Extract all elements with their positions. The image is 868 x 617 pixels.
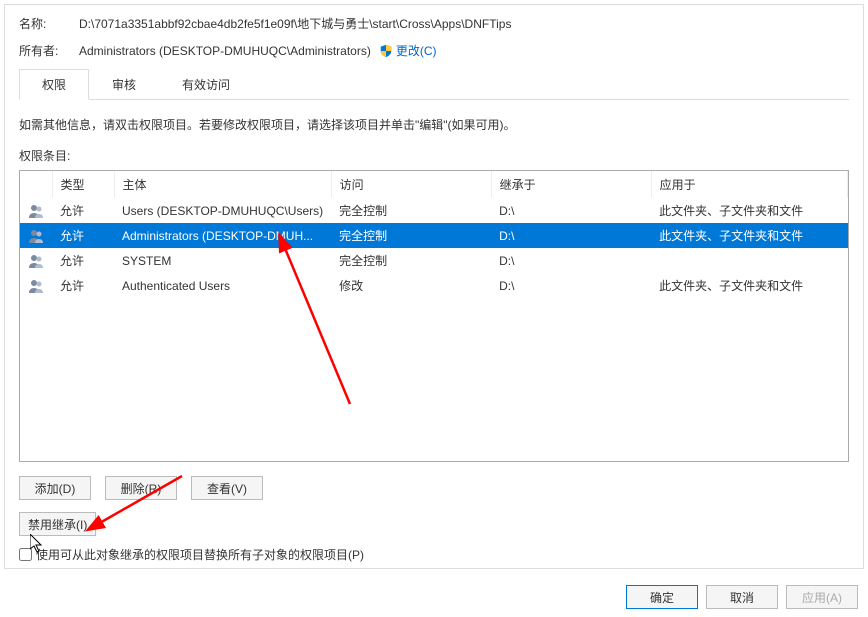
- permission-table: 类型 主体 访问 继承于 应用于 允许 Users (DESKTOP-DMUHU…: [19, 170, 849, 462]
- row-access: 完全控制: [331, 198, 491, 223]
- column-icon[interactable]: [20, 171, 52, 198]
- advanced-security-dialog: 名称: D:\7071a3351abbf92cbae4db2fe5f1e09f\…: [4, 4, 864, 569]
- row-inherited: D:\: [491, 198, 651, 223]
- tabs: 权限 审核 有效访问: [19, 69, 849, 100]
- row-inherited: D:\: [491, 248, 651, 273]
- owner-label: 所有者:: [19, 42, 79, 59]
- name-label: 名称:: [19, 15, 79, 32]
- name-value: D:\7071a3351abbf92cbae4db2fe5f1e09f\地下城与…: [79, 15, 511, 32]
- tab-permissions[interactable]: 权限: [19, 69, 89, 100]
- table-row[interactable]: 允许 SYSTEM 完全控制 D:\: [20, 248, 848, 273]
- remove-button[interactable]: 删除(R): [105, 476, 177, 500]
- owner-value: Administrators (DESKTOP-DMUHUQC\Administ…: [79, 44, 371, 58]
- disable-inheritance-button[interactable]: 禁用继承(I): [19, 512, 96, 536]
- row-access: 完全控制: [331, 223, 491, 248]
- row-type: 允许: [52, 248, 114, 273]
- permission-entries-label: 权限条目:: [19, 147, 849, 164]
- change-owner-text: 更改(C): [396, 42, 437, 59]
- table-header-row: 类型 主体 访问 继承于 应用于: [20, 171, 848, 198]
- description-text: 如需其他信息，请双击权限项目。若要修改权限项目，请选择该项目并单击"编辑"(如果…: [19, 116, 849, 133]
- replace-children-checkbox[interactable]: [19, 548, 32, 561]
- dialog-buttons: 确定 取消 应用(A): [626, 585, 858, 609]
- row-type: 允许: [52, 273, 114, 298]
- row-access: 修改: [331, 273, 491, 298]
- replace-children-checkbox-row[interactable]: 使用可从此对象继承的权限项目替换所有子对象的权限项目(P): [19, 546, 849, 563]
- row-applies: 此文件夹、子文件夹和文件: [651, 198, 847, 223]
- row-applies: 此文件夹、子文件夹和文件: [651, 223, 847, 248]
- table-row[interactable]: 允许 Authenticated Users 修改 D:\ 此文件夹、子文件夹和…: [20, 273, 848, 298]
- add-button[interactable]: 添加(D): [19, 476, 91, 500]
- row-applies: [651, 248, 847, 273]
- row-inherited: D:\: [491, 273, 651, 298]
- row-type: 允许: [52, 223, 114, 248]
- table-row[interactable]: 允许 Users (DESKTOP-DMUHUQC\Users) 完全控制 D:…: [20, 198, 848, 223]
- row-icon-cell: [20, 248, 52, 273]
- column-applies-to[interactable]: 应用于: [651, 171, 847, 198]
- row-applies: 此文件夹、子文件夹和文件: [651, 273, 847, 298]
- row-principal: Users (DESKTOP-DMUHUQC\Users): [114, 198, 331, 223]
- table-row[interactable]: 允许 Administrators (DESKTOP-DMUH... 完全控制 …: [20, 223, 848, 248]
- row-principal: Authenticated Users: [114, 273, 331, 298]
- ok-button[interactable]: 确定: [626, 585, 698, 609]
- inherit-row: 禁用继承(I): [19, 512, 849, 536]
- row-icon-cell: [20, 273, 52, 298]
- owner-row: 所有者: Administrators (DESKTOP-DMUHUQC\Adm…: [19, 42, 849, 59]
- apply-button: 应用(A): [786, 585, 858, 609]
- shield-icon: [379, 44, 393, 58]
- row-icon-cell: [20, 198, 52, 223]
- column-type[interactable]: 类型: [52, 171, 114, 198]
- row-inherited: D:\: [491, 223, 651, 248]
- tab-effective-access[interactable]: 有效访问: [159, 69, 253, 100]
- row-principal: Administrators (DESKTOP-DMUH...: [114, 223, 331, 248]
- row-principal: SYSTEM: [114, 248, 331, 273]
- action-buttons: 添加(D) 删除(R) 查看(V): [19, 476, 849, 500]
- change-owner-link[interactable]: 更改(C): [379, 42, 437, 59]
- tab-auditing[interactable]: 审核: [89, 69, 159, 100]
- column-inherited-from[interactable]: 继承于: [491, 171, 651, 198]
- row-access: 完全控制: [331, 248, 491, 273]
- name-row: 名称: D:\7071a3351abbf92cbae4db2fe5f1e09f\…: [19, 15, 849, 32]
- column-principal[interactable]: 主体: [114, 171, 331, 198]
- cancel-button[interactable]: 取消: [706, 585, 778, 609]
- column-access[interactable]: 访问: [331, 171, 491, 198]
- row-icon-cell: [20, 223, 52, 248]
- row-type: 允许: [52, 198, 114, 223]
- replace-children-label: 使用可从此对象继承的权限项目替换所有子对象的权限项目(P): [36, 546, 364, 563]
- view-button[interactable]: 查看(V): [191, 476, 263, 500]
